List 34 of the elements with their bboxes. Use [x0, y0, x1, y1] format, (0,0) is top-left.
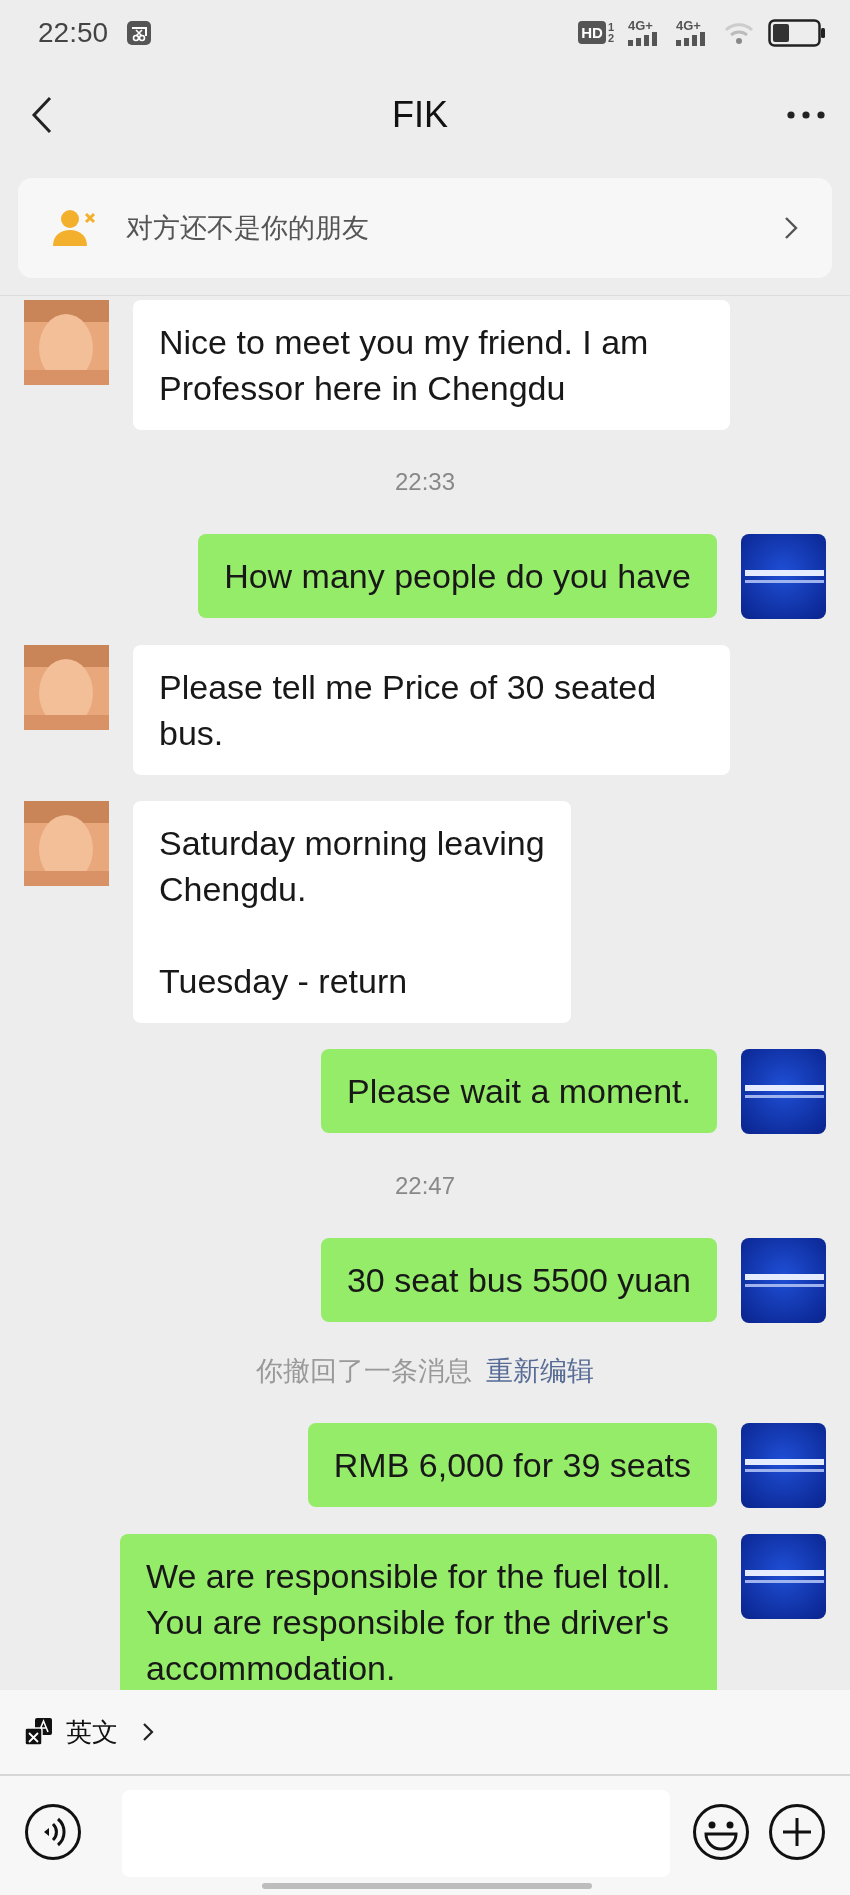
translate-icon: [24, 1717, 54, 1747]
emoji-icon[interactable]: [692, 1803, 750, 1861]
sim-number: 1: [607, 21, 614, 33]
battery-icon: [768, 18, 826, 47]
status-time: 22:50: [38, 16, 109, 49]
timestamp: 22:47: [394, 1172, 456, 1200]
chat-title: FIK: [392, 94, 448, 136]
message-bubble: 30 seat bus 5500 yuan: [320, 1238, 717, 1322]
recall-notice: 你撤回了一条消息: [256, 1355, 472, 1388]
chevron-right-icon[interactable]: [142, 1722, 154, 1742]
hd-badge: HD: [578, 21, 606, 44]
friend-notice-banner[interactable]: 对方还不是你的朋友: [18, 178, 832, 278]
message-bubble: RMB 6,000 for 39 seats: [307, 1423, 717, 1507]
plus-icon[interactable]: [768, 1803, 826, 1861]
voice-icon[interactable]: [24, 1803, 82, 1861]
message-bubble: How many people do you have: [198, 534, 717, 618]
re-edit-link[interactable]: 重新编辑: [486, 1353, 594, 1389]
message-bubble: Please tell me Price of 30 seated bus.: [133, 645, 730, 775]
chevron-right-icon: [784, 216, 798, 240]
network-label: 4G+: [676, 19, 701, 32]
screenshot-icon: [126, 19, 153, 46]
notice-text: 对方还不是你的朋友: [126, 212, 370, 245]
wifi-icon: [724, 20, 754, 45]
timestamp: 22:33: [394, 468, 456, 496]
message-bubble: Nice to meet you my friend. I am Professor here in Chengdu: [133, 300, 730, 430]
person-remove-icon: [52, 208, 98, 248]
sim-number: 2: [607, 32, 614, 44]
message-bubble: Saturday morning leaving Chengdu. Tuesday - return: [133, 801, 571, 1023]
message-bubble: We are responsible for the fuel toll. You are responsible for the driver's accommodation.: [120, 1534, 717, 1690]
more-icon[interactable]: [786, 110, 826, 120]
back-icon[interactable]: [30, 95, 54, 135]
language-label[interactable]: 英文: [66, 1714, 118, 1750]
message-bubble: Please wait a moment.: [321, 1049, 717, 1133]
network-label: 4G+: [628, 19, 653, 32]
